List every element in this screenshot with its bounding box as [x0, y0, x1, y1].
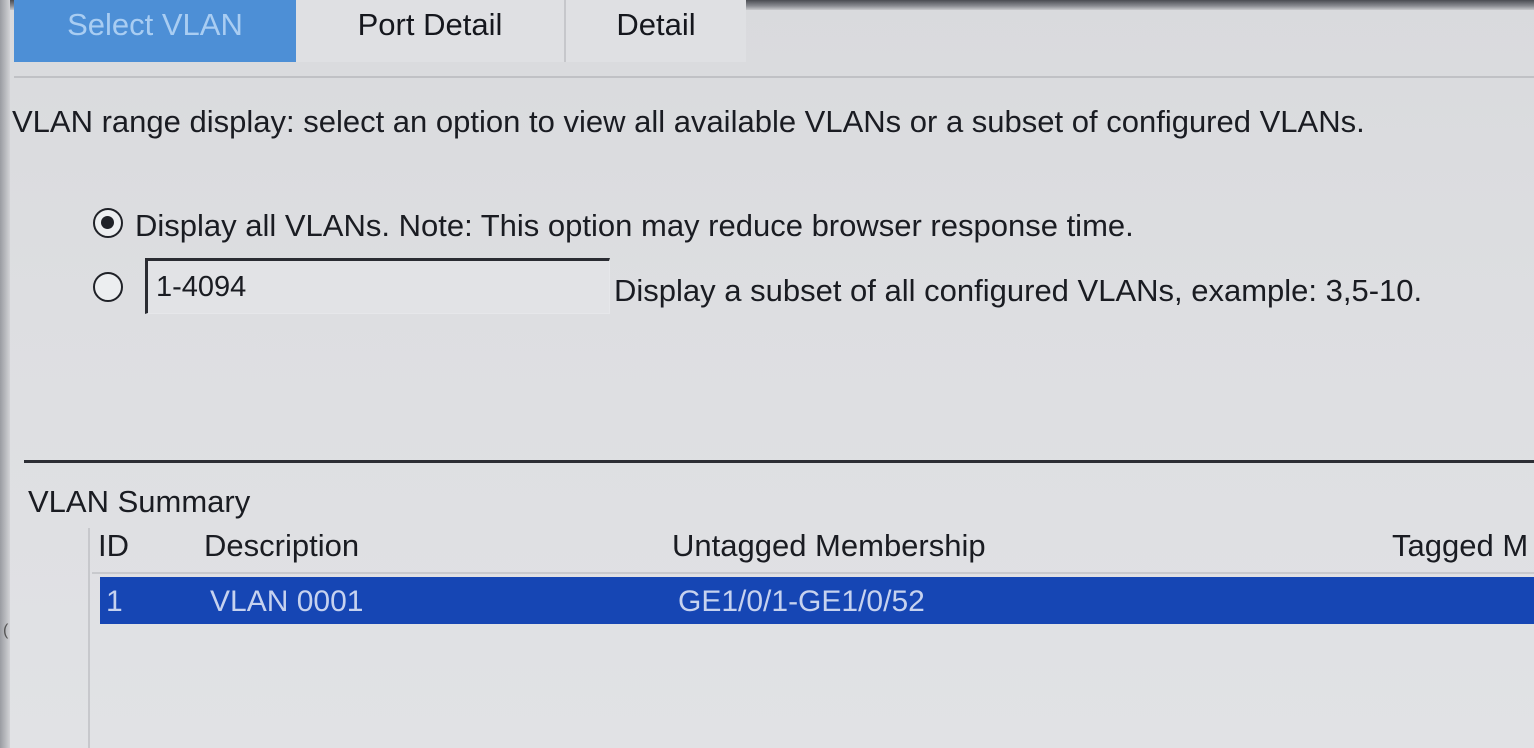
table-header-rule — [92, 572, 1534, 574]
display-all-label: Display all VLANs. Note: This option may… — [135, 208, 1134, 243]
page: Select VLAN Port Detail Detail VLAN rang… — [0, 0, 1534, 748]
table-row[interactable]: 1 VLAN 0001 GE1/0/1-GE1/0/52 — [100, 577, 1534, 624]
cell-description: VLAN 0001 — [210, 585, 364, 618]
vlan-range-input[interactable] — [145, 258, 610, 314]
tab-port-detail[interactable]: Port Detail — [296, 0, 566, 62]
display-subset-radio[interactable] — [93, 272, 123, 302]
intro-text: VLAN range display: select an option to … — [12, 104, 1365, 139]
column-header-tagged-membership[interactable]: Tagged M — [1392, 528, 1528, 564]
tab-select-vlan[interactable]: Select VLAN — [14, 0, 296, 62]
tab-bar: Select VLAN Port Detail Detail — [14, 0, 1534, 64]
tab-divider — [14, 76, 1534, 78]
column-header-untagged-membership[interactable]: Untagged Membership — [672, 528, 986, 564]
display-all-radio[interactable] — [93, 208, 123, 238]
scroll-mark: ( — [3, 622, 9, 639]
cell-untagged-membership: GE1/0/1-GE1/0/52 — [678, 585, 925, 618]
display-subset-label: Display a subset of all configured VLANs… — [614, 273, 1423, 308]
tab-detail[interactable]: Detail — [566, 0, 746, 62]
section-divider — [24, 460, 1534, 463]
vlan-summary-title: VLAN Summary — [28, 484, 251, 519]
cell-vlan-id: 1 — [106, 585, 123, 618]
column-header-id[interactable]: ID — [98, 528, 129, 564]
column-header-description[interactable]: Description — [204, 528, 359, 564]
